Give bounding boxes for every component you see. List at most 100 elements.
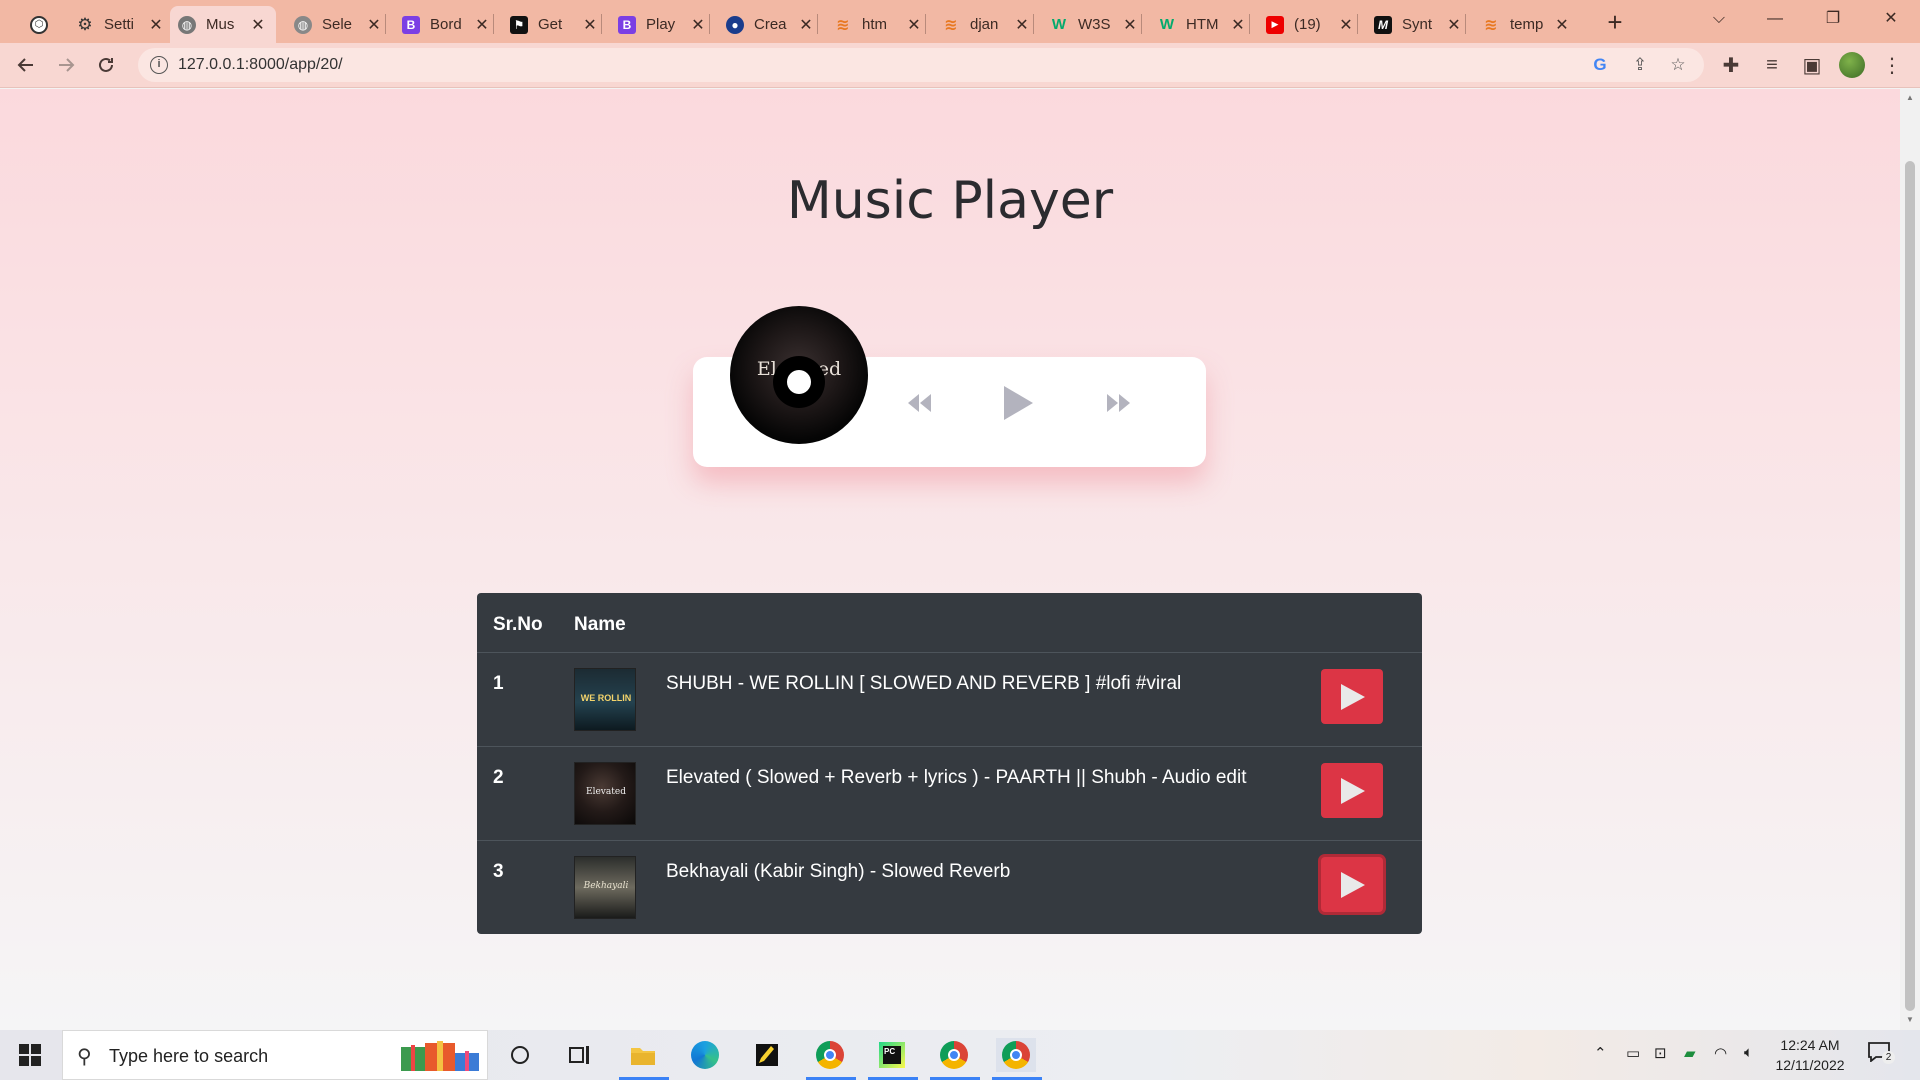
avatar[interactable] (1836, 49, 1868, 81)
chrome-icon[interactable] (810, 1038, 850, 1072)
tab-create[interactable]: ● Crea ✕ (718, 6, 822, 43)
play-song-button[interactable] (1321, 763, 1383, 818)
play-icon (1341, 683, 1365, 710)
song-thumbnail: Bekhayali (574, 856, 636, 919)
close-icon[interactable]: ✕ (1014, 15, 1030, 35)
close-icon[interactable]: ✕ (148, 15, 164, 35)
tab-youtube[interactable]: ▶ (19) ✕ (1258, 6, 1362, 43)
tab-syntax[interactable]: M Synt ✕ (1366, 6, 1470, 43)
tab-select[interactable]: ◍ Sele ✕ (286, 6, 390, 43)
fast-forward-icon[interactable] (1098, 383, 1138, 423)
tab-label: djan (970, 16, 999, 33)
page-scrollbar[interactable]: ▲ ▼ (1900, 89, 1920, 1030)
windows-taskbar: ⚲ Type here to search PC ⌃ ▭ ⊡ ▰ ◠ � (0, 1030, 1920, 1080)
tab-html-w3[interactable]: W HTM ✕ (1150, 6, 1254, 43)
close-icon[interactable]: ✕ (582, 15, 598, 35)
file-explorer-icon[interactable] (623, 1038, 663, 1072)
taskbar-search[interactable]: ⚲ Type here to search (62, 1030, 488, 1080)
kebab-menu-icon[interactable]: ⋮ (1876, 49, 1908, 81)
chrome-active-icon[interactable] (996, 1038, 1036, 1072)
address-bar[interactable]: i 127.0.0.1:8000/app/20/ G ⇪ ☆ (138, 48, 1704, 82)
close-icon[interactable]: ✕ (798, 15, 814, 35)
new-tab-button[interactable]: + (1600, 8, 1630, 38)
chevron-up-icon[interactable]: ⌃ (1594, 1044, 1607, 1062)
tab-separator (385, 14, 386, 34)
pycharm-icon[interactable]: PC (872, 1038, 912, 1072)
scroll-down-icon[interactable]: ▼ (1905, 1015, 1915, 1024)
tab-label: Crea (754, 16, 787, 33)
tab-search-chevron-icon[interactable]: ⌵ (1696, 4, 1742, 34)
site-info-icon[interactable]: i (150, 56, 168, 74)
close-icon[interactable]: ✕ (1446, 15, 1462, 35)
rewind-icon[interactable] (900, 383, 940, 423)
search-placeholder[interactable]: Type here to search (109, 1046, 268, 1067)
tab-settings[interactable]: ⚙ Setti ✕ (68, 6, 172, 43)
tab-w3schools[interactable]: W W3S ✕ (1042, 6, 1146, 43)
close-icon[interactable]: ✕ (1122, 15, 1138, 35)
tab-borders[interactable]: B Bord ✕ (394, 6, 498, 43)
wifi-icon[interactable]: ◠ (1714, 1044, 1727, 1062)
chrome-profile-icon[interactable] (934, 1038, 974, 1072)
notification-center-icon[interactable]: 2 (1868, 1042, 1895, 1066)
meet-now-icon[interactable]: ▭ (1626, 1044, 1640, 1062)
url-text[interactable]: 127.0.0.1:8000/app/20/ (178, 56, 343, 74)
chrome-menu-icon[interactable]: ⬡ (22, 6, 56, 43)
tab-template[interactable]: ≋ temp ✕ (1474, 6, 1578, 43)
scroll-up-icon[interactable]: ▲ (1905, 93, 1915, 102)
volume-icon[interactable]: 🔈︎ (1744, 1044, 1753, 1061)
close-icon[interactable]: ✕ (366, 15, 382, 35)
close-icon[interactable]: ✕ (906, 15, 922, 35)
reload-icon[interactable] (90, 49, 122, 81)
play-icon[interactable] (996, 383, 1040, 423)
task-view-icon[interactable] (560, 1038, 600, 1072)
scrollbar-thumb[interactable] (1905, 161, 1915, 1011)
bookmark-star-icon[interactable]: ☆ (1668, 55, 1688, 75)
back-arrow-icon[interactable] (10, 49, 42, 81)
medium-icon: M (1374, 15, 1392, 34)
side-panel-icon[interactable]: ▣ (1796, 49, 1828, 81)
close-icon[interactable]: ✕ (250, 15, 266, 35)
gift-boxes-icon[interactable] (399, 1039, 485, 1073)
windows-start-icon[interactable] (10, 1038, 50, 1072)
globe-icon: ◍ (178, 15, 196, 34)
tab-label: htm (862, 16, 888, 33)
tab-label: HTM (1186, 16, 1219, 33)
close-icon[interactable]: ✕ (1338, 15, 1354, 35)
tab-django[interactable]: ≋ djan ✕ (934, 6, 1038, 43)
taskbar-clock[interactable]: 12:24 AM 12/11/2022 (1770, 1035, 1850, 1075)
extensions-puzzle-icon[interactable]: ✚ (1715, 49, 1747, 81)
tab-music-player[interactable]: ◍ Mus ✕ (170, 6, 276, 43)
bootstrap-icon: B (402, 15, 420, 34)
w3-icon: W (1051, 16, 1067, 33)
tab-play[interactable]: B Play ✕ (610, 6, 714, 43)
youtube-icon: ▶ (1266, 15, 1284, 34)
tab-separator (1465, 14, 1466, 34)
tab-label: (19) (1294, 16, 1321, 33)
media-control-icon[interactable]: ≡ (1756, 49, 1788, 81)
edge-icon[interactable] (685, 1038, 725, 1072)
close-window-button[interactable]: ✕ (1868, 4, 1914, 34)
forward-arrow-icon[interactable] (50, 49, 82, 81)
flag-icon: ⚑ (510, 15, 528, 34)
play-song-button[interactable] (1321, 669, 1383, 724)
bootstrap-icon: B (618, 15, 636, 34)
tab-label: Bord (430, 16, 462, 33)
tab-html[interactable]: ≋ htm ✕ (826, 6, 930, 43)
minimize-button[interactable]: — (1752, 4, 1798, 34)
close-icon[interactable]: ✕ (474, 15, 490, 35)
gear-icon: ⚙ (77, 14, 93, 34)
close-icon[interactable]: ✕ (1554, 15, 1570, 35)
tab-get[interactable]: ⚑ Get ✕ (502, 6, 606, 43)
share-icon[interactable]: ⇪ (1630, 55, 1650, 75)
google-lens-icon[interactable]: G (1590, 55, 1610, 75)
cortana-icon[interactable] (500, 1038, 540, 1072)
sticky-notes-icon[interactable] (747, 1038, 787, 1072)
close-icon[interactable]: ✕ (1230, 15, 1246, 35)
restore-button[interactable]: ❐ (1810, 4, 1856, 34)
close-icon[interactable]: ✕ (690, 15, 706, 35)
battery-icon[interactable]: ▰ (1684, 1044, 1696, 1062)
album-disc: Elevated (730, 306, 868, 444)
header-name: Name (574, 614, 626, 635)
display-icon[interactable]: ⊡ (1654, 1044, 1667, 1062)
play-song-button[interactable] (1321, 857, 1383, 912)
